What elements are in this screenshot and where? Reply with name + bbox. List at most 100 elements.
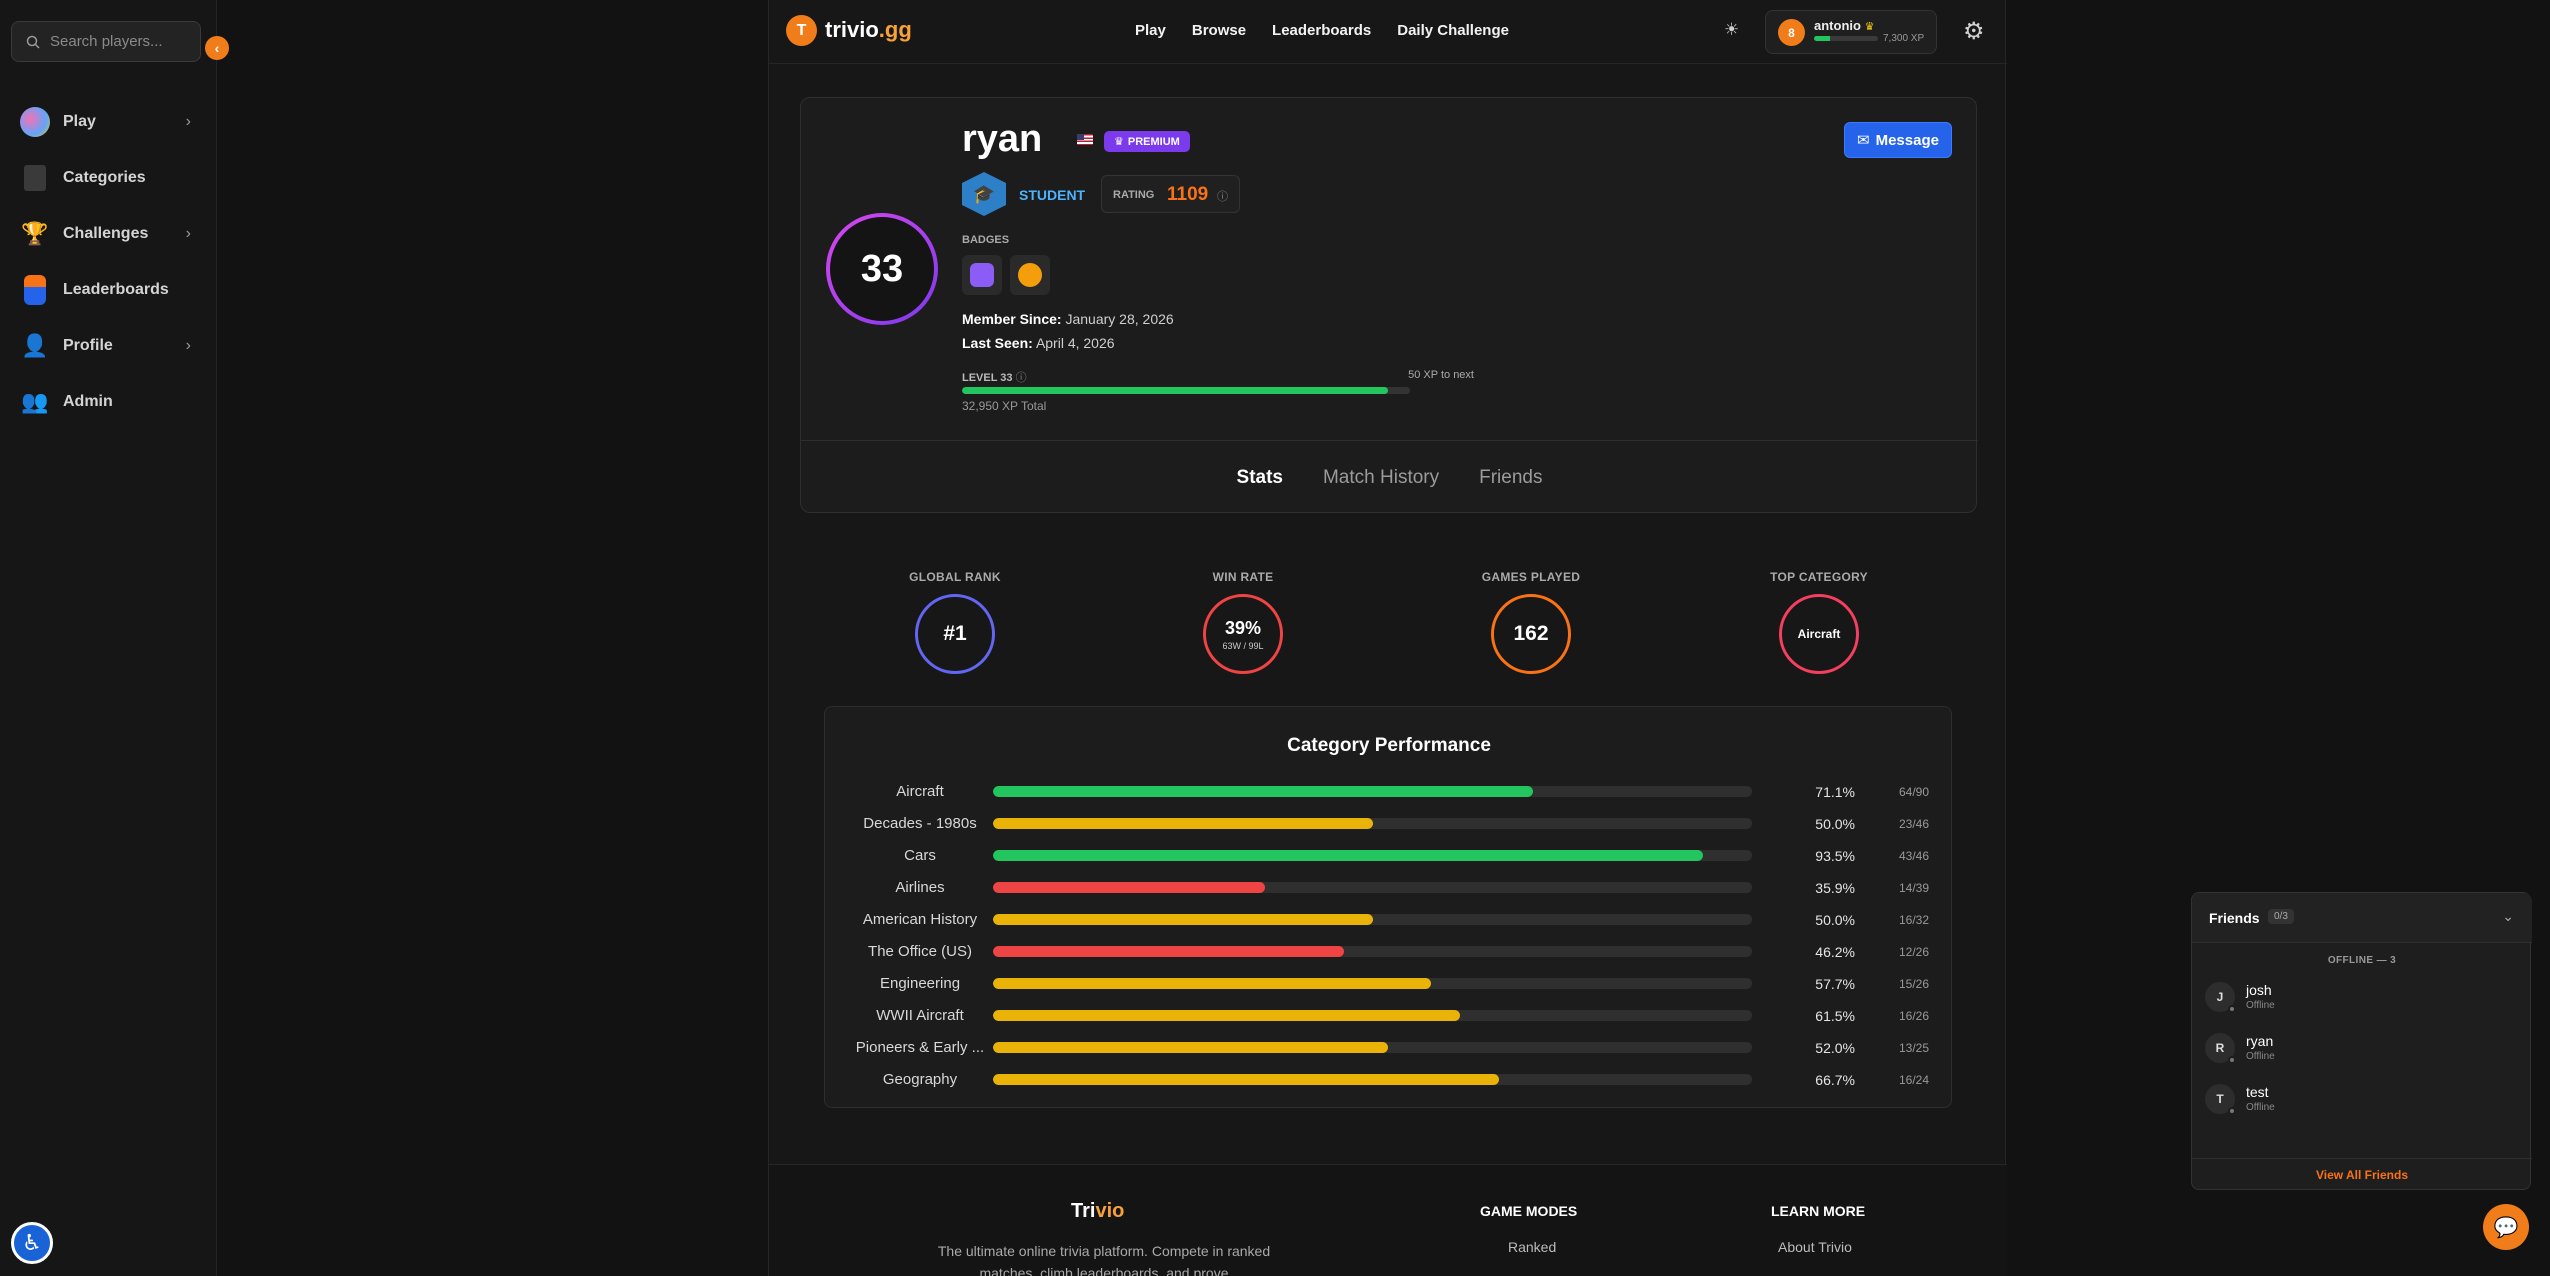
logo-text[interactable]: trivio.gg (825, 17, 912, 43)
category-bar-fill (993, 946, 1344, 957)
tab-match-history[interactable]: Match History (1323, 467, 1439, 489)
rank-label: STUDENT (1019, 187, 1086, 203)
crown-icon: ♛ (1114, 136, 1124, 148)
level-number: 33 (830, 217, 934, 321)
category-count: 15/26 (1898, 977, 1929, 991)
category-percent: 35.9% (1815, 880, 1855, 896)
category-row: Aircraft 71.1% 64/90 (825, 782, 1953, 802)
chat-icon: 💬 (2493, 1216, 2519, 1239)
logo-accent: .gg (878, 17, 912, 42)
sidebar-item-label: Admin (63, 393, 113, 410)
sidebar-item-label: Leaderboards (63, 281, 169, 298)
category-bar-track (993, 914, 1752, 925)
category-count: 43/46 (1898, 849, 1929, 863)
last-seen-label: Last Seen: (962, 335, 1033, 351)
stat-value: 162 (1513, 622, 1549, 645)
search-box[interactable] (11, 21, 201, 62)
stat-value: 39% (1224, 617, 1262, 638)
category-count: 14/39 (1898, 881, 1929, 895)
category-name: The Office (US) (868, 943, 972, 960)
stat-global-rank: GLOBAL RANK #1 (855, 570, 1055, 674)
friend-row[interactable]: R ryan Offline (2202, 1029, 2522, 1069)
sidebar-item-categories[interactable]: Categories (0, 158, 217, 198)
friends-header[interactable]: Friends 0/3 ⌄ (2192, 893, 2532, 943)
nav-play[interactable]: Play (1135, 22, 1166, 39)
message-button[interactable]: ✉ Message (1844, 122, 1952, 158)
category-bar-track (993, 1074, 1752, 1085)
level-label: LEVEL 33 ⓘ (962, 369, 1027, 385)
stat-sub: 63W / 99L (1222, 640, 1264, 651)
logo-icon[interactable]: T (786, 15, 817, 46)
category-row: Engineering 57.7% 15/26 (825, 974, 1953, 994)
rating-label: RATING (1113, 189, 1155, 201)
collapse-sidebar-button[interactable]: ‹ (205, 36, 229, 60)
chevron-right-icon: › (185, 113, 191, 130)
nav-leaderboards[interactable]: Leaderboards (1272, 22, 1371, 39)
chevron-right-icon: › (185, 225, 191, 242)
category-bar-track (993, 882, 1752, 893)
category-bar-fill (993, 786, 1533, 797)
category-count: 13/25 (1898, 1041, 1929, 1055)
category-name: Aircraft (896, 783, 944, 800)
chat-button[interactable]: 💬 (2483, 1204, 2529, 1250)
search-input[interactable] (50, 33, 200, 50)
friend-row[interactable]: T test Offline (2202, 1080, 2522, 1120)
category-bar-fill (993, 1042, 1388, 1053)
chevron-down-icon[interactable]: ⌄ (2502, 908, 2514, 925)
logo-main: trivio (825, 17, 879, 42)
friend-status: Offline (2246, 1102, 2275, 1113)
friend-name: ryan (2246, 1033, 2274, 1049)
badge-1[interactable] (962, 255, 1002, 295)
category-performance-title: Category Performance (1287, 735, 1491, 756)
sidebar-item-play[interactable]: Play › (0, 102, 217, 142)
category-name: Cars (904, 847, 936, 864)
nav-browse[interactable]: Browse (1192, 22, 1246, 39)
xp-to-next: 50 XP to next (1408, 369, 1474, 381)
main-content: T trivio.gg Play Browse Leaderboards Dai… (768, 0, 2007, 1276)
nav-daily-challenge[interactable]: Daily Challenge (1397, 22, 1509, 39)
tab-stats[interactable]: Stats (1237, 467, 1283, 489)
offline-section-label: OFFLINE — 3 (2327, 955, 2397, 966)
category-bar-track (993, 1042, 1752, 1053)
gear-icon[interactable]: ⚙ (1963, 17, 1985, 46)
badge-2[interactable] (1010, 255, 1050, 295)
podium-icon (24, 275, 46, 305)
footer-link-ranked[interactable]: Ranked (1508, 1239, 1556, 1255)
badge-purple-icon (970, 263, 994, 287)
stat-title: GLOBAL RANK (909, 570, 1001, 584)
accessibility-button[interactable]: ♿ (11, 1222, 53, 1264)
user-menu[interactable]: 8 antonio ♛ 7,300 XP (1765, 10, 1937, 54)
friends-panel: Friends 0/3 ⌄ OFFLINE — 3 J josh Offline… (2191, 892, 2532, 1191)
status-dot (2228, 1005, 2236, 1013)
profile-username: ryan (962, 118, 1043, 160)
friend-row[interactable]: J josh Offline (2202, 978, 2522, 1018)
category-name: Engineering (879, 975, 961, 992)
category-bar-fill (993, 882, 1266, 893)
sidebar-item-profile[interactable]: 👤 Profile › (0, 326, 217, 366)
sidebar-item-challenges[interactable]: 🏆 Challenges › (0, 214, 217, 254)
badge-star-icon (1018, 263, 1042, 287)
level-progress-fill (962, 387, 1388, 394)
sidebar-item-admin[interactable]: 👥 Admin (0, 382, 217, 422)
sidebar-item-leaderboards[interactable]: Leaderboards (0, 270, 217, 310)
stat-title: GAMES PLAYED (1481, 570, 1581, 584)
footer-brand-accent: vio (1095, 1200, 1125, 1222)
view-all-friends-link[interactable]: View All Friends (2192, 1158, 2532, 1191)
category-name: Pioneers & Early ... (855, 1039, 985, 1056)
category-bar-track (993, 850, 1752, 861)
info-icon[interactable]: ⓘ (1217, 188, 1228, 204)
footer-link-about[interactable]: About Trivio (1778, 1239, 1852, 1255)
stat-ring: Aircraft (1779, 594, 1859, 674)
user-xp-bar-fill (1814, 36, 1830, 41)
tab-friends[interactable]: Friends (1479, 467, 1542, 489)
graduation-cap-icon: 🎓 (962, 172, 1006, 216)
user-name-text: antonio (1814, 18, 1861, 33)
info-icon[interactable]: ⓘ (1016, 372, 1027, 384)
category-name: Geography (882, 1071, 958, 1088)
user-name: antonio ♛ (1814, 18, 1874, 33)
category-count: 12/26 (1898, 945, 1929, 959)
sidebar-item-label: Challenges (63, 225, 149, 242)
friends-title: Friends (2209, 910, 2260, 926)
friend-status: Offline (2246, 1000, 2275, 1011)
sun-icon[interactable]: ☀ (1724, 20, 1739, 40)
